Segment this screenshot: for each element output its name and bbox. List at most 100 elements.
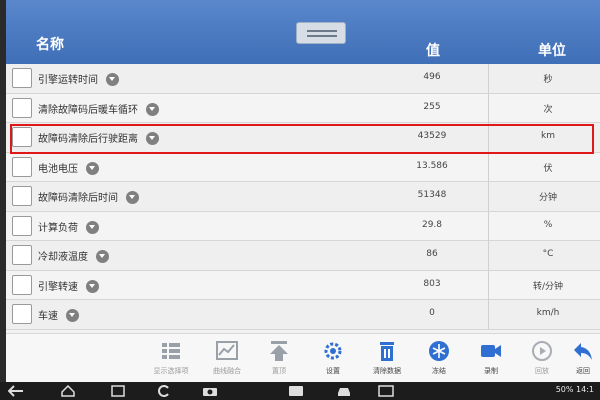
row-checkbox[interactable]	[12, 186, 32, 206]
data-stream-app: 名称 值 单位 引擎运转时间 496 秒清除故障码后暖车循环 255 次故障码清除后行驶…	[6, 0, 600, 382]
row-label: 清除故障码后暖车循环	[38, 101, 159, 116]
column-header-value: 值	[426, 43, 440, 59]
row-value: 803	[423, 278, 441, 289]
row-label: 故障码清除后行驶距离	[38, 130, 159, 145]
row-label-text: 车速	[38, 311, 58, 322]
list-check-icon	[162, 343, 180, 359]
row-unit: 分钟	[538, 193, 557, 203]
row-unit: 转/分钟	[532, 281, 564, 292]
column-divider	[488, 123, 489, 152]
chevron-down-icon[interactable]	[146, 102, 159, 116]
chevron-down-icon[interactable]	[106, 73, 119, 86]
column-divider	[488, 211, 489, 241]
row-checkbox[interactable]	[12, 304, 32, 324]
row-checkbox[interactable]	[12, 274, 32, 295]
row-unit: km	[541, 131, 555, 141]
data-row[interactable]: 电池电压 13.586 伏	[6, 152, 600, 182]
screenshot-icon[interactable]	[378, 385, 394, 397]
data-list: 引擎运转时间 496 秒清除故障码后暖车循环 255 次故障码清除后行驶距离 43529 k…	[6, 64, 600, 330]
back-nav-icon[interactable]	[8, 385, 24, 397]
settings-button[interactable]: 设置	[308, 338, 358, 380]
column-divider	[488, 182, 489, 211]
row-checkbox[interactable]	[12, 245, 32, 265]
column-divider	[488, 152, 489, 182]
row-checkbox[interactable]	[12, 68, 32, 88]
car-icon[interactable]	[336, 385, 352, 397]
column-header-name: 名称	[36, 37, 64, 53]
row-label-text: 清除故障码后暖车循环	[38, 104, 138, 116]
back-arrow-icon	[574, 343, 592, 360]
column-divider	[488, 270, 489, 300]
column-header-unit: 单位	[538, 43, 566, 59]
row-unit: %	[543, 219, 553, 230]
column-divider	[488, 93, 489, 123]
data-row[interactable]: 故障码清除后行驶距离 43529 km	[6, 123, 600, 153]
play-circle-icon	[532, 341, 552, 361]
row-unit: km/h	[536, 308, 560, 318]
row-value: 43529	[417, 131, 447, 141]
row-checkbox[interactable]	[12, 156, 32, 177]
data-row[interactable]: 故障码清除后时间 51348 分钟	[6, 182, 600, 212]
row-label: 故障码清除后时间	[38, 189, 139, 204]
data-row[interactable]: 车速 0 km/h	[6, 300, 600, 330]
settings-icon	[324, 342, 342, 360]
row-unit: °C	[542, 249, 554, 259]
row-label-text: 故障码清除后行驶距离	[38, 134, 138, 145]
line-chart-icon	[216, 341, 238, 360]
clock: 14:1	[576, 385, 594, 394]
show-selected-button[interactable]: 显示选择项	[146, 338, 196, 380]
chevron-down-icon[interactable]	[86, 279, 99, 293]
row-label-text: 故障码清除后时间	[38, 193, 118, 204]
data-row[interactable]: 冷却液温度 86 °C	[6, 241, 600, 271]
back-label: 返回	[576, 367, 590, 375]
arrow-up-icon	[270, 341, 288, 361]
column-divider	[488, 300, 489, 329]
column-divider	[488, 241, 489, 270]
data-row[interactable]: 计算负荷 29.8%	[6, 211, 600, 241]
data-row[interactable]: 清除故障码后暖车循环 255 次	[6, 93, 600, 123]
drag-handle[interactable]	[296, 22, 346, 44]
row-label-text: 电池电压	[38, 163, 78, 175]
chevron-down-icon[interactable]	[96, 250, 109, 263]
bottom-toolbar: 显示选择项 曲线融合 置顶 设置 清除数据 冻结 录制 回放 返回	[6, 333, 600, 382]
data-row[interactable]: 引擎转速 803 转/分钟	[6, 270, 600, 300]
video-camera-icon	[481, 345, 501, 357]
back-button[interactable]: 返回	[558, 338, 600, 380]
trash-icon	[380, 342, 394, 361]
row-value: 13.586	[416, 160, 448, 171]
row-label-text: 冷却液温度	[38, 252, 88, 263]
row-value: 51348	[417, 190, 447, 200]
data-row[interactable]: 引擎运转时间 496 秒	[6, 64, 600, 94]
chevron-down-icon[interactable]	[66, 309, 79, 322]
camera-icon[interactable]	[202, 385, 218, 397]
row-value: 496	[423, 72, 441, 82]
row-value: 0	[429, 308, 435, 318]
row-label: 计算负荷	[38, 219, 99, 234]
chevron-down-icon[interactable]	[86, 161, 99, 175]
top-button[interactable]: 置顶	[254, 338, 304, 380]
table-header: 名称 值 单位	[6, 0, 600, 64]
device-screen: 名称 值 单位 引擎运转时间 496 秒清除故障码后暖车循环 255 次故障码清除后行驶…	[0, 0, 600, 400]
home-icon[interactable]	[60, 385, 76, 397]
row-unit: 秒	[543, 75, 553, 85]
snowflake-icon	[429, 341, 449, 361]
chevron-down-icon[interactable]	[146, 132, 159, 145]
vci-icon[interactable]	[288, 385, 304, 397]
row-label-text: 计算负荷	[38, 222, 78, 234]
row-label: 冷却液温度	[38, 248, 109, 263]
row-unit: 次	[543, 104, 553, 115]
system-nav-bar: 50% 14:1	[0, 382, 600, 400]
row-checkbox[interactable]	[12, 215, 32, 236]
row-value: 255	[423, 101, 441, 112]
row-checkbox[interactable]	[12, 97, 32, 118]
battery-percent: 50%	[555, 385, 574, 394]
recent-apps-icon[interactable]	[110, 385, 126, 397]
row-label-text: 引擎运转时间	[38, 75, 98, 86]
row-value: 86	[426, 249, 438, 259]
row-value: 29.8	[421, 219, 443, 230]
status-area: 50% 14:1	[556, 385, 594, 394]
row-checkbox[interactable]	[12, 127, 32, 147]
chevron-down-icon[interactable]	[86, 220, 99, 234]
app-launcher-icon[interactable]	[155, 385, 171, 397]
chevron-down-icon[interactable]	[126, 191, 139, 204]
